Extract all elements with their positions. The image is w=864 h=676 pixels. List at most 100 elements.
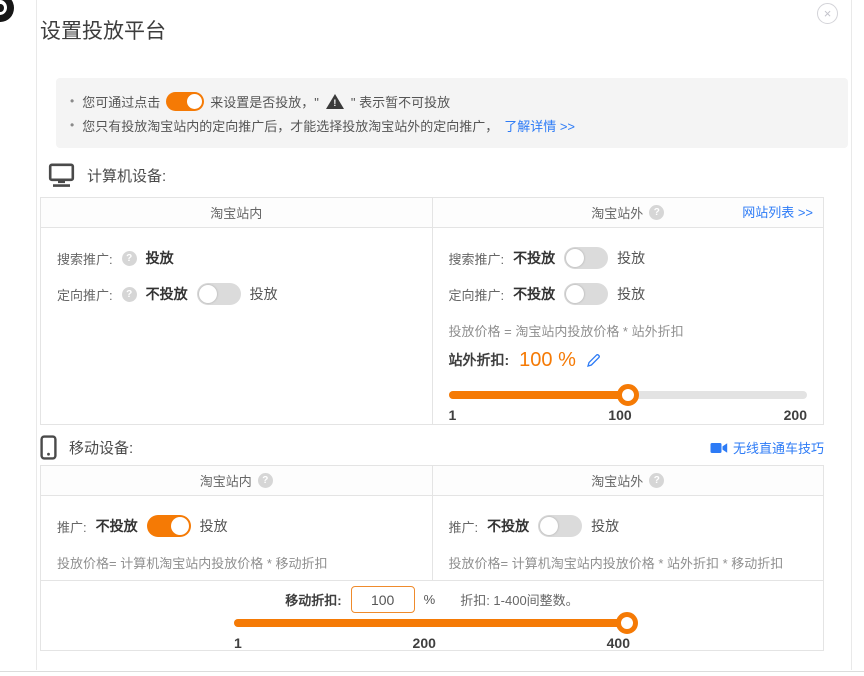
promo-off-label: 不投放: [487, 516, 529, 536]
notice-line-1: • 您可通过点击 来设置是否投放，" ! " 表示暂不可投放: [70, 89, 834, 113]
slider-knob[interactable]: [617, 384, 639, 406]
notice-box: • 您可通过点击 来设置是否投放，" ! " 表示暂不可投放 • 您只有投放淘宝…: [56, 78, 848, 148]
promo-on-label: 投放: [591, 516, 619, 536]
targeted-on-label: 投放: [617, 284, 645, 304]
help-icon[interactable]: ?: [649, 473, 664, 488]
mobile-discount-label: 移动折扣:: [285, 590, 341, 609]
search-promo-label: 搜索推广:: [57, 249, 113, 268]
mobile-section-row: 移动设备: 无线直通车技巧: [40, 435, 824, 460]
mobile-discount-input[interactable]: [351, 586, 415, 613]
mobile-offsite-price-formula: 投放价格= 计算机淘宝站内投放价格 * 站外折扣 * 移动折扣: [449, 553, 808, 572]
computer-onsite-targeted-toggle[interactable]: [197, 283, 241, 305]
smartphone-icon: [40, 435, 57, 460]
computer-section-header: 计算机设备:: [48, 163, 166, 187]
computer-offsite-search-toggle[interactable]: [564, 247, 608, 269]
computer-offsite-cell: 搜索推广: 不投放 投放 定向推广: 不投放 投放 投放价格 = 淘宝站内投放价…: [433, 228, 824, 424]
search-off-label: 不投放: [513, 248, 555, 268]
promo-label: 推广:: [57, 517, 87, 536]
targeted-off-label: 不投放: [513, 284, 555, 304]
notice-text: 您只有投放淘宝站内的定向推广后，才能选择投放淘宝站外的定向推广，: [82, 116, 498, 135]
mobile-slider-wrap: 1 200 400: [234, 619, 630, 651]
help-icon[interactable]: ?: [122, 251, 137, 266]
warning-icon: !: [326, 94, 344, 109]
mobile-discount-row: 移动折扣: % 折扣: 1-400间整数。: [41, 586, 823, 613]
toggle-knob: [187, 94, 202, 109]
page-title: 设置投放平台: [40, 15, 166, 45]
monitor-icon: [48, 163, 75, 187]
search-promo-row: 搜索推广: ? 投放: [57, 244, 416, 272]
offsite-discount-label: 站外折扣:: [449, 350, 510, 370]
offsite-discount-slider[interactable]: [449, 391, 808, 399]
targeted-on-label: 投放: [250, 284, 278, 304]
mobile-platform-table: 淘宝站内 ? 淘宝站外 ? 推广: 不投放 投放 投放价格= 计算机淘宝站内投放…: [40, 465, 824, 651]
search-promo-row: 搜索推广: 不投放 投放: [449, 244, 808, 272]
header-taobao-onsite: 淘宝站内 ?: [41, 466, 433, 495]
promo-row: 推广: 不投放 投放: [449, 512, 808, 540]
search-on-label: 投放: [617, 248, 645, 268]
dialog-right-border: [851, 0, 852, 670]
toggle-knob: [566, 285, 584, 303]
mobile-discount-slider[interactable]: [234, 619, 630, 627]
toggle-knob: [199, 285, 217, 303]
notice-text: 您可通过点击: [82, 92, 160, 111]
set-platform-dialog: × 设置投放平台 • 您可通过点击 来设置是否投放，" ! " 表示暂不可投放 …: [0, 0, 864, 676]
tick-min: 1: [449, 407, 457, 423]
notice-line-2: • 您只有投放淘宝站内的定向推广后，才能选择投放淘宝站外的定向推广， 了解详情 …: [70, 113, 834, 137]
promo-on-label: 投放: [200, 516, 228, 536]
close-icon: ×: [824, 6, 832, 21]
targeted-promo-label: 定向推广:: [449, 285, 505, 304]
toggle-knob: [540, 517, 558, 535]
notice-text: 来设置是否投放，": [210, 92, 319, 111]
computer-platform-table: 淘宝站内 淘宝站外 ? 网站列表 >> 搜索推广: ? 投放 定向推广: ? 不…: [40, 197, 824, 425]
targeted-promo-label: 定向推广:: [57, 285, 113, 304]
mobile-onsite-price-formula: 投放价格= 计算机淘宝站内投放价格 * 移动折扣: [57, 553, 416, 572]
edit-pencil-icon[interactable]: [586, 353, 601, 368]
promo-row: 推广: 不投放 投放: [57, 512, 416, 540]
example-toggle[interactable]: [166, 92, 204, 111]
mobile-table-body: 推广: 不投放 投放 投放价格= 计算机淘宝站内投放价格 * 移动折扣 推广: …: [41, 496, 823, 580]
header-taobao-onsite: 淘宝站内: [41, 198, 433, 227]
tick-mid: 100: [608, 407, 631, 423]
targeted-promo-row: 定向推广: 不投放 投放: [449, 280, 808, 308]
mobile-slider-ticks: 1 200 400: [234, 635, 630, 651]
offsite-price-formula: 投放价格 = 淘宝站内投放价格 * 站外折扣: [449, 321, 808, 340]
close-button[interactable]: ×: [817, 3, 838, 24]
mobile-onsite-promo-toggle[interactable]: [147, 515, 191, 537]
website-list-link[interactable]: 网站列表 >>: [742, 198, 813, 228]
help-icon[interactable]: ?: [122, 287, 137, 302]
mobile-section-title: 移动设备:: [69, 437, 133, 458]
bullet-icon: •: [70, 118, 74, 132]
header-taobao-offsite: 淘宝站外 ?: [433, 466, 824, 495]
notice-text: " 表示暂不可投放: [351, 92, 450, 111]
promo-off-label: 不投放: [96, 516, 138, 536]
tick-max: 200: [784, 407, 807, 423]
toggle-knob: [171, 517, 189, 535]
header-taobao-offsite: 淘宝站外 ? 网站列表 >>: [433, 198, 824, 227]
promo-label: 推广:: [449, 517, 479, 536]
mobile-table-header: 淘宝站内 ? 淘宝站外 ?: [41, 466, 823, 496]
offsite-discount-value: 100 %: [519, 349, 576, 372]
wireless-tips-link[interactable]: 无线直通车技巧: [710, 438, 824, 457]
bullet-icon: •: [70, 94, 74, 108]
computer-table-header: 淘宝站内 淘宝站外 ? 网站列表 >>: [41, 198, 823, 228]
help-icon[interactable]: ?: [258, 473, 273, 488]
mobile-offsite-promo-toggle[interactable]: [538, 515, 582, 537]
computer-section-title: 计算机设备:: [87, 165, 166, 186]
mobile-onsite-cell: 推广: 不投放 投放 投放价格= 计算机淘宝站内投放价格 * 移动折扣: [41, 496, 433, 580]
search-promo-value: 投放: [146, 248, 174, 268]
targeted-promo-row: 定向推广: ? 不投放 投放: [57, 280, 416, 308]
slider-fill: [234, 619, 630, 627]
mobile-discount-hint: 折扣: 1-400间整数。: [460, 590, 578, 609]
tick-max: 400: [607, 635, 630, 651]
percent-sign: %: [424, 592, 436, 607]
mobile-offsite-cell: 推广: 不投放 投放 投放价格= 计算机淘宝站内投放价格 * 站外折扣 * 移动…: [433, 496, 824, 580]
toggle-knob: [566, 249, 584, 267]
help-icon[interactable]: ?: [649, 205, 664, 220]
offsite-discount-row: 站外折扣: 100 %: [449, 347, 808, 373]
learn-more-link[interactable]: 了解详情 >>: [504, 116, 575, 135]
computer-offsite-targeted-toggle[interactable]: [564, 283, 608, 305]
slider-knob[interactable]: [616, 612, 638, 634]
computer-table-body: 搜索推广: ? 投放 定向推广: ? 不投放 投放 搜索推广: 不投放 投放: [41, 228, 823, 424]
video-camera-icon: [710, 441, 728, 455]
mobile-section-header: 移动设备:: [40, 435, 133, 460]
